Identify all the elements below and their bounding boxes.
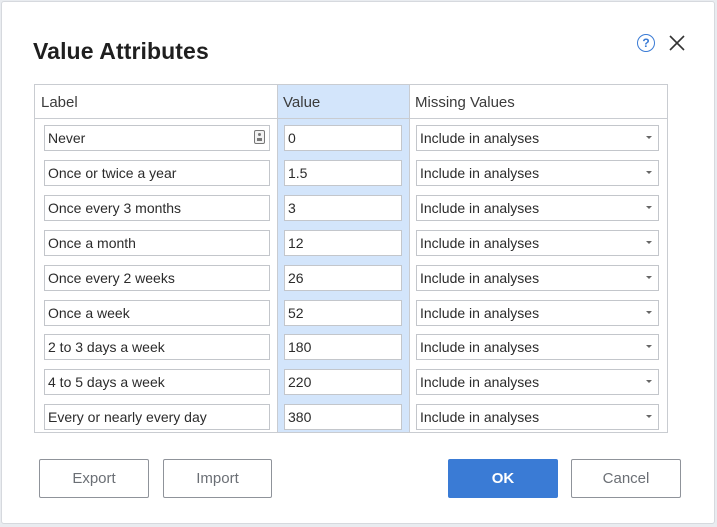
missing-values-select[interactable]: Include in analyses: [416, 265, 659, 291]
missing-values-select[interactable]: Include in analyses: [416, 334, 659, 360]
value-attributes-grid: Label Value Missing Values Never 0 Include…: [34, 84, 668, 433]
missing-values-text: Include in analyses: [420, 200, 540, 216]
missing-values-select[interactable]: Include in analyses: [416, 369, 659, 395]
label-input[interactable]: Once every 3 months: [44, 195, 270, 221]
chevron-down-icon: [646, 345, 652, 348]
value-input[interactable]: 380: [284, 404, 402, 430]
chevron-down-icon: [646, 380, 652, 383]
value-input[interactable]: 180: [284, 334, 402, 360]
chevron-down-icon: [646, 276, 652, 279]
export-button[interactable]: Export: [39, 459, 149, 498]
chevron-down-icon: [646, 311, 652, 314]
label-input[interactable]: 2 to 3 days a week: [44, 334, 270, 360]
table-row: Every or nearly every day 380 Include in a…: [35, 404, 667, 430]
import-button[interactable]: Import: [163, 459, 272, 498]
header-divider: [35, 118, 667, 119]
label-input[interactable]: Once a week: [44, 300, 270, 326]
label-text: Once or twice a year: [48, 165, 177, 181]
label-text: Every or nearly every day: [48, 409, 207, 425]
label-text: Never: [48, 130, 86, 146]
table-row: Once every 3 months 3 Include in analyses: [35, 195, 667, 221]
chevron-down-icon: [646, 415, 652, 418]
table-row: Once or twice a year 1.5 Include in analys…: [35, 160, 667, 186]
cancel-button[interactable]: Cancel: [571, 459, 681, 498]
missing-values-text: Include in analyses: [420, 305, 540, 321]
value-input[interactable]: 12: [284, 230, 402, 256]
chevron-down-icon: [646, 136, 652, 139]
value-attributes-dialog: Value Attributes ? Label Value Missing V…: [1, 1, 715, 524]
label-input[interactable]: Never: [44, 125, 270, 151]
table-row: 4 to 5 days a week 220 Include in analyses: [35, 369, 667, 395]
label-input[interactable]: 4 to 5 days a week: [44, 369, 270, 395]
label-text: Once a week: [48, 305, 130, 321]
table-row: Never 0 Include in analyses: [35, 125, 667, 151]
table-row: 2 to 3 days a week 180 Include in analyses: [35, 334, 667, 360]
value-input[interactable]: 220: [284, 369, 402, 395]
value-input[interactable]: 52: [284, 300, 402, 326]
column-header-value[interactable]: Value: [283, 85, 320, 118]
missing-values-text: Include in analyses: [420, 130, 540, 146]
value-input[interactable]: 1.5: [284, 160, 402, 186]
ok-button[interactable]: OK: [448, 459, 558, 498]
missing-values-select[interactable]: Include in analyses: [416, 300, 659, 326]
value-input[interactable]: 26: [284, 265, 402, 291]
value-input[interactable]: 3: [284, 195, 402, 221]
chevron-down-icon: [646, 206, 652, 209]
label-tag-icon[interactable]: [254, 130, 265, 144]
table-row: Once a week 52 Include in analyses: [35, 300, 667, 326]
missing-values-select[interactable]: Include in analyses: [416, 125, 659, 151]
missing-values-text: Include in analyses: [420, 339, 540, 355]
label-input[interactable]: Every or nearly every day: [44, 404, 270, 430]
missing-values-text: Include in analyses: [420, 165, 540, 181]
label-input[interactable]: Once every 2 weeks: [44, 265, 270, 291]
help-icon[interactable]: ?: [637, 34, 655, 52]
missing-values-text: Include in analyses: [420, 270, 540, 286]
table-row: Once every 2 weeks 26 Include in analyses: [35, 265, 667, 291]
label-text: Once a month: [48, 235, 136, 251]
label-input[interactable]: Once a month: [44, 230, 270, 256]
missing-values-text: Include in analyses: [420, 374, 540, 390]
chevron-down-icon: [646, 241, 652, 244]
label-text: 4 to 5 days a week: [48, 374, 165, 390]
table-row: Once a month 12 Include in analyses: [35, 230, 667, 256]
missing-values-text: Include in analyses: [420, 235, 540, 251]
column-header-label[interactable]: Label: [41, 85, 78, 118]
value-input[interactable]: 0: [284, 125, 402, 151]
label-text: 2 to 3 days a week: [48, 339, 165, 355]
column-header-missing-values[interactable]: Missing Values: [415, 85, 515, 118]
dialog-title: Value Attributes: [33, 38, 209, 64]
label-text: Once every 3 months: [48, 200, 182, 216]
close-icon[interactable]: [668, 34, 686, 52]
missing-values-select[interactable]: Include in analyses: [416, 160, 659, 186]
missing-values-select[interactable]: Include in analyses: [416, 404, 659, 430]
label-text: Once every 2 weeks: [48, 270, 175, 286]
missing-values-select[interactable]: Include in analyses: [416, 195, 659, 221]
missing-values-select[interactable]: Include in analyses: [416, 230, 659, 256]
label-input[interactable]: Once or twice a year: [44, 160, 270, 186]
chevron-down-icon: [646, 171, 652, 174]
missing-values-text: Include in analyses: [420, 409, 540, 425]
